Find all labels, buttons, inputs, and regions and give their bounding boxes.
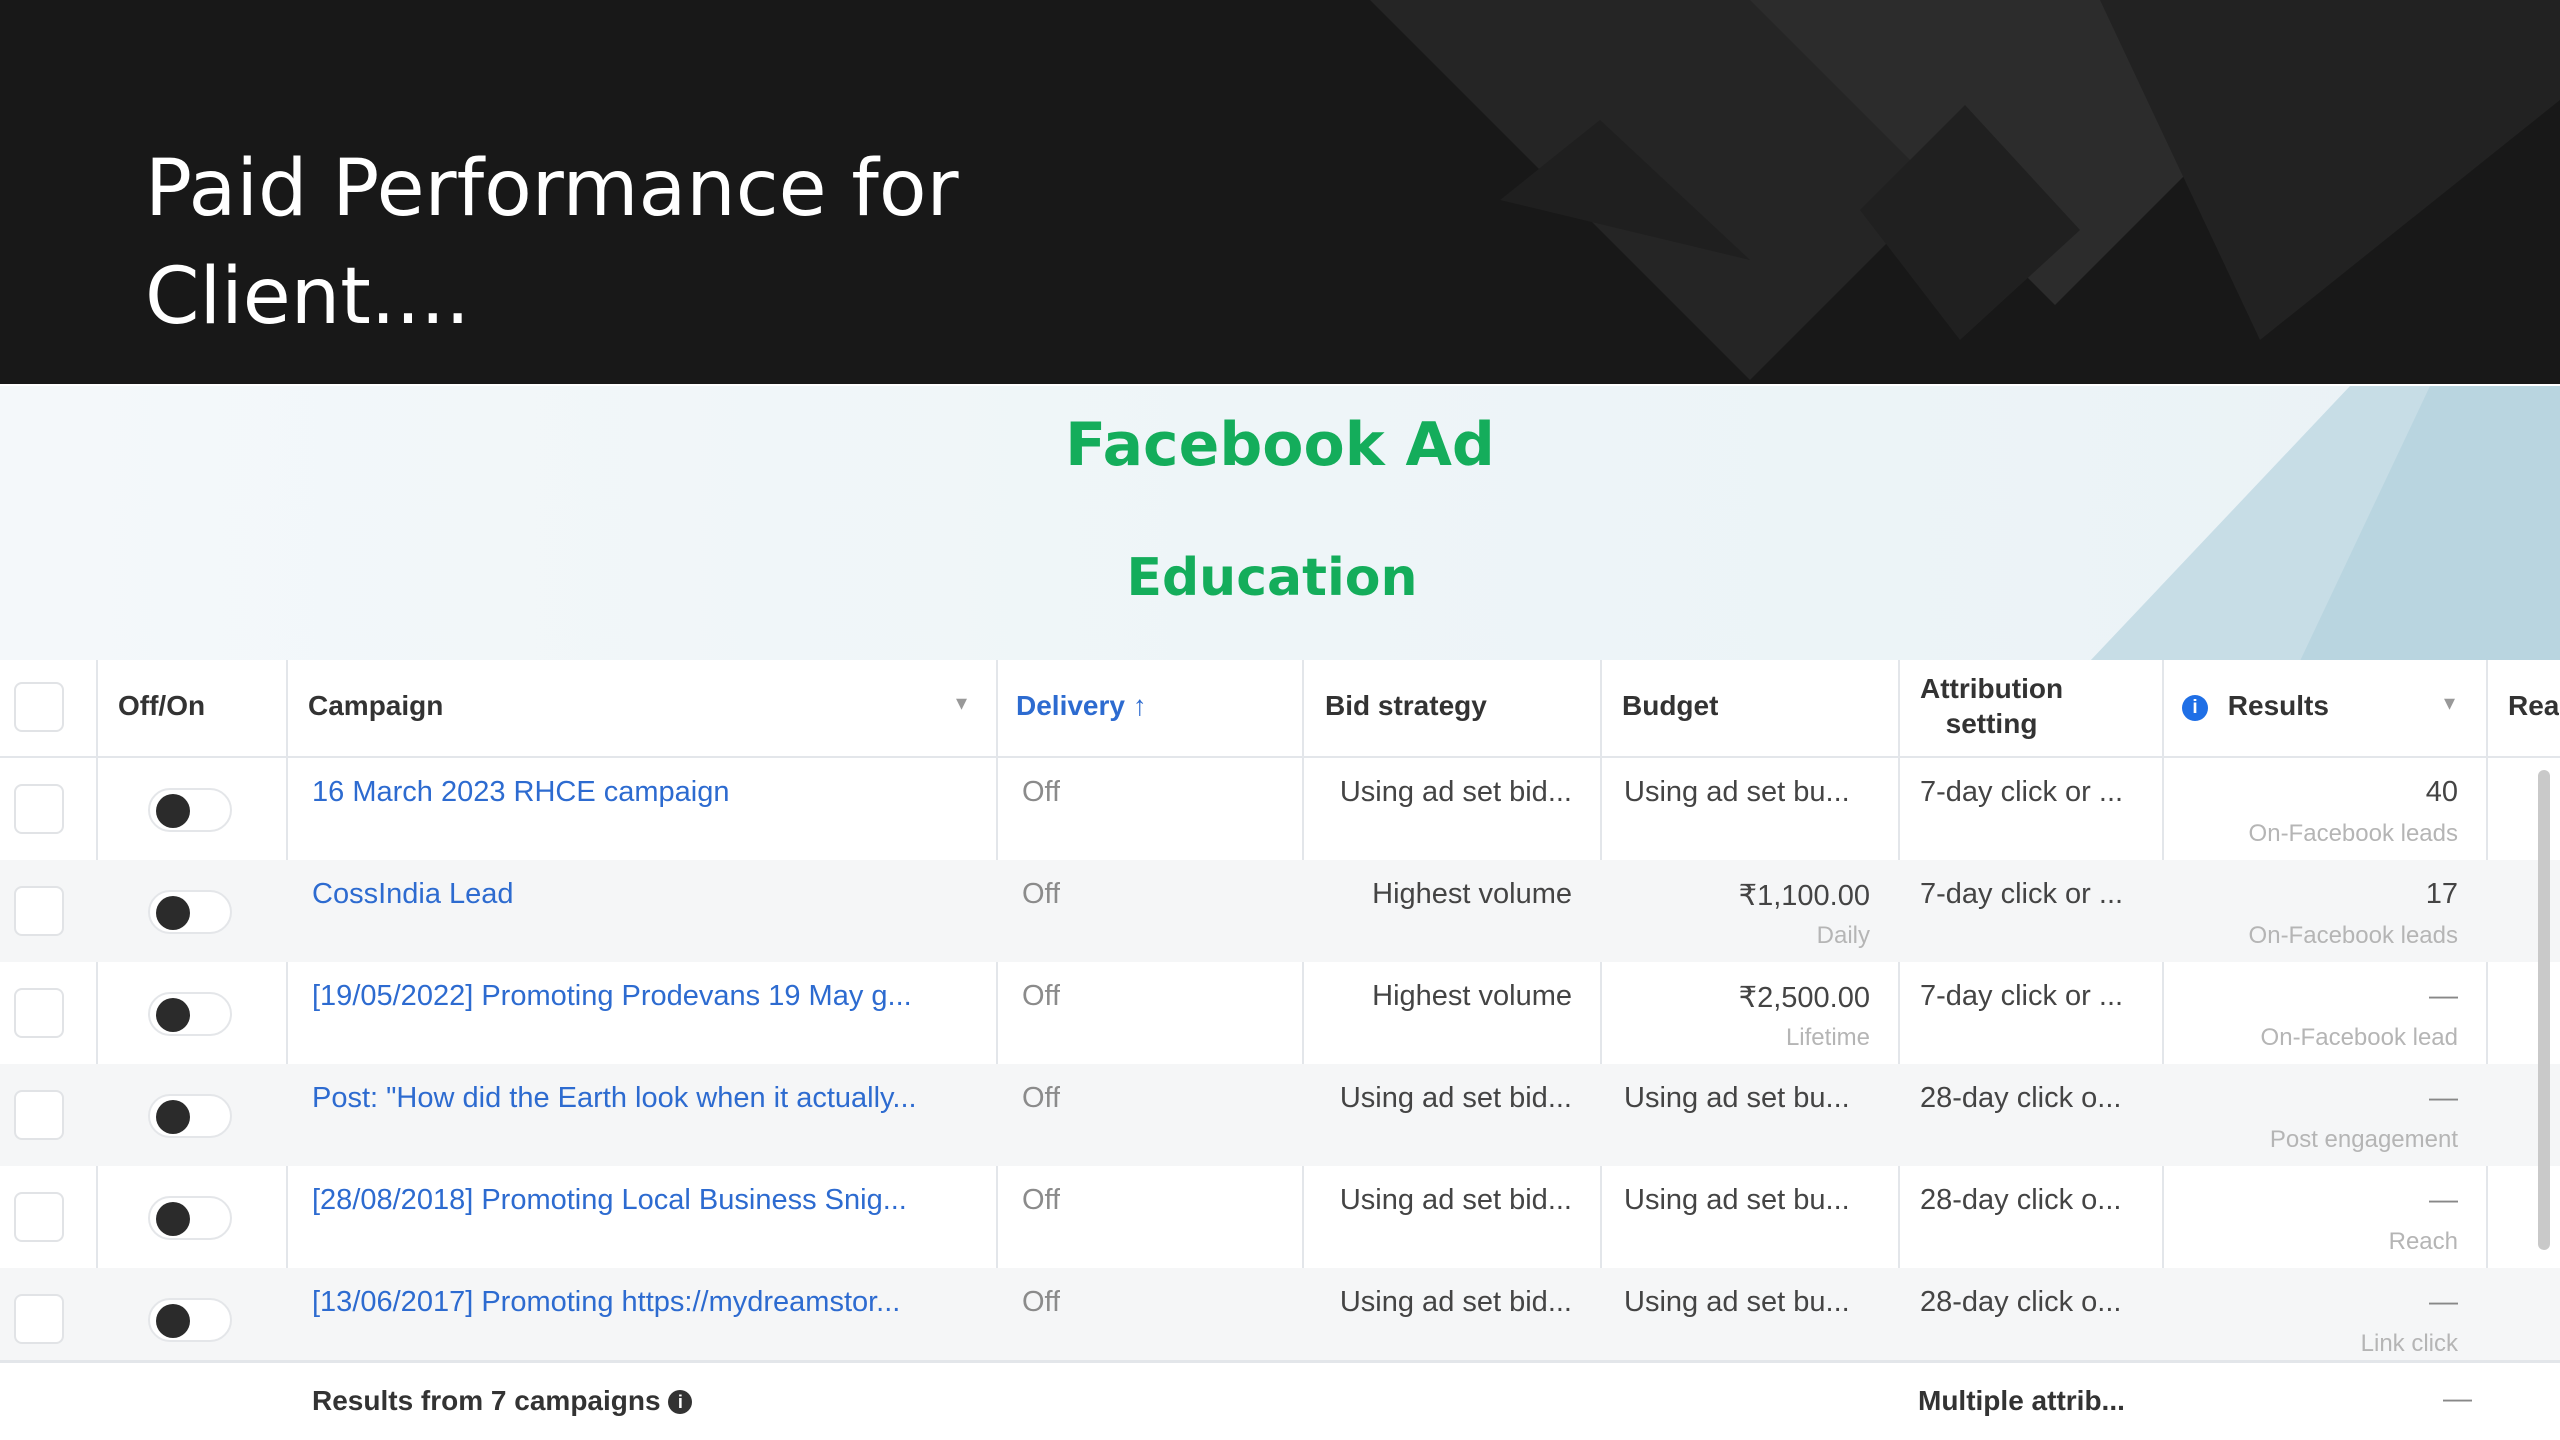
results-type: Post engagement — [2269, 1126, 2458, 1153]
dropdown-caret-icon[interactable]: ▾ — [956, 690, 967, 716]
table-row: [28/08/2018] Promoting Local Business Sn… — [0, 1166, 2560, 1268]
toggle-knob — [156, 998, 190, 1032]
budget-value: Using ad set bu... — [1624, 776, 1850, 808]
summary-attribution: Multiple attrib... — [1918, 1385, 2125, 1416]
info-icon[interactable]: i — [2182, 695, 2208, 721]
attribution-value: 7-day click or ... — [1920, 980, 2124, 1012]
summary-label: Results from 7 campaigns i — [312, 1385, 693, 1417]
table-summary-row: Results from 7 campaigns i Multiple attr… — [0, 1360, 2560, 1440]
campaign-name-link[interactable]: Post: "How did the Earth look when it ac… — [312, 1082, 972, 1115]
results-value: — — [2429, 1184, 2458, 1216]
delivery-status: Off — [1022, 878, 1061, 910]
table-row: 16 March 2023 RHCE campaign Off Using ad… — [0, 758, 2560, 860]
results-type: Link click — [2360, 1330, 2458, 1357]
slide-title: Paid Performance for Client.... — [145, 144, 959, 342]
column-header-results[interactable]: i Results — [2182, 690, 2329, 722]
delivery-header-label: Delivery — [1016, 690, 1125, 721]
campaign-name-link[interactable]: [19/05/2022] Promoting Prodevans 19 May … — [312, 980, 972, 1013]
attribution-value: 28-day click o... — [1920, 1082, 2122, 1114]
campaign-toggle[interactable] — [148, 1298, 232, 1342]
campaign-toggle[interactable] — [148, 788, 232, 832]
summary-label-text: Results from 7 campaigns — [312, 1385, 661, 1416]
campaign-name-link[interactable]: [13/06/2017] Promoting https://mydreamst… — [312, 1286, 972, 1319]
results-value: 17 — [2425, 878, 2458, 910]
campaign-toggle[interactable] — [148, 992, 232, 1036]
budget-type: Lifetime — [1785, 1024, 1870, 1051]
campaign-table: Off/On Campaign ▾ Delivery ↑ Bid strateg… — [0, 660, 2560, 1440]
dropdown-caret-icon[interactable]: ▾ — [2444, 690, 2455, 716]
bid-strategy-value: Using ad set bid... — [1339, 1184, 1572, 1216]
select-all-checkbox[interactable] — [14, 682, 64, 732]
budget-value: Using ad set bu... — [1624, 1286, 1850, 1318]
delivery-status: Off — [1022, 1082, 1061, 1114]
campaign-toggle[interactable] — [148, 890, 232, 934]
row-checkbox[interactable] — [14, 988, 64, 1038]
budget-value: ₹1,100.00 — [1738, 880, 1870, 912]
budget-value: Using ad set bu... — [1624, 1184, 1850, 1216]
toggle-knob — [156, 794, 190, 828]
toggle-knob — [156, 1304, 190, 1338]
table-row: CossIndia Lead Off Highest volume ₹1,100… — [0, 860, 2560, 962]
delivery-status: Off — [1022, 1184, 1061, 1216]
campaign-name-link[interactable]: CossIndia Lead — [312, 878, 972, 911]
vertical-scrollbar[interactable] — [2538, 770, 2550, 1250]
table-row: Post: "How did the Earth look when it ac… — [0, 1064, 2560, 1166]
results-type: On-Facebook leads — [2248, 820, 2458, 847]
column-header-attribution[interactable]: Attribution setting — [1920, 671, 2063, 741]
summary-results: — — [2443, 1383, 2472, 1415]
table-row: [13/06/2017] Promoting https://mydreamst… — [0, 1268, 2560, 1370]
column-header-reach[interactable]: Rea — [2508, 690, 2559, 722]
attribution-value: 7-day click or ... — [1920, 878, 2124, 910]
toggle-knob — [156, 896, 190, 930]
results-value: — — [2429, 980, 2458, 1012]
attribution-value: 28-day click o... — [1920, 1286, 2122, 1318]
campaign-name-link[interactable]: [28/08/2018] Promoting Local Business Sn… — [312, 1184, 972, 1217]
delivery-status: Off — [1022, 1286, 1061, 1318]
row-checkbox[interactable] — [14, 1294, 64, 1344]
section-title: Facebook Ad — [1065, 410, 1495, 480]
attribution-value: 28-day click o... — [1920, 1184, 2122, 1216]
bid-strategy-value: Highest volume — [1372, 980, 1572, 1012]
row-checkbox[interactable] — [14, 784, 64, 834]
table-header-row: Off/On Campaign ▾ Delivery ↑ Bid strateg… — [0, 660, 2560, 758]
toggle-knob — [156, 1100, 190, 1134]
results-header-label: Results — [2227, 690, 2329, 721]
results-value: 40 — [2425, 776, 2458, 808]
attribution-value: 7-day click or ... — [1920, 776, 2124, 808]
column-header-offon[interactable]: Off/On — [118, 690, 205, 722]
budget-value: ₹2,500.00 — [1738, 982, 1870, 1014]
campaign-toggle[interactable] — [148, 1196, 232, 1240]
bid-strategy-value: Using ad set bid... — [1339, 1082, 1572, 1114]
row-checkbox[interactable] — [14, 1192, 64, 1242]
results-type: Reach — [2388, 1228, 2458, 1255]
section-subtitle: Education — [1126, 548, 1418, 608]
results-type: On-Facebook leads — [2248, 922, 2458, 949]
row-checkbox[interactable] — [14, 886, 64, 936]
campaign-name-link[interactable]: 16 March 2023 RHCE campaign — [312, 776, 972, 809]
sort-up-arrow-icon: ↑ — [1132, 690, 1147, 721]
toggle-knob — [156, 1202, 190, 1236]
delivery-status: Off — [1022, 980, 1061, 1012]
bid-strategy-value: Using ad set bid... — [1339, 776, 1572, 808]
delivery-status: Off — [1022, 776, 1061, 808]
budget-value: Using ad set bu... — [1624, 1082, 1850, 1114]
info-icon[interactable]: i — [668, 1390, 693, 1414]
table-row: [19/05/2022] Promoting Prodevans 19 May … — [0, 962, 2560, 1064]
results-value: — — [2429, 1286, 2458, 1318]
results-type: On-Facebook lead — [2260, 1024, 2458, 1051]
campaign-toggle[interactable] — [148, 1094, 232, 1138]
column-header-campaign[interactable]: Campaign — [308, 690, 443, 722]
column-header-delivery[interactable]: Delivery ↑ — [1016, 690, 1147, 722]
row-checkbox[interactable] — [14, 1090, 64, 1140]
column-header-budget[interactable]: Budget — [1622, 690, 1718, 722]
results-value: — — [2429, 1082, 2458, 1114]
bid-strategy-value: Using ad set bid... — [1339, 1286, 1572, 1318]
budget-type: Daily — [1816, 922, 1870, 949]
bid-strategy-value: Highest volume — [1372, 878, 1572, 910]
column-header-bid-strategy[interactable]: Bid strategy — [1325, 690, 1487, 722]
